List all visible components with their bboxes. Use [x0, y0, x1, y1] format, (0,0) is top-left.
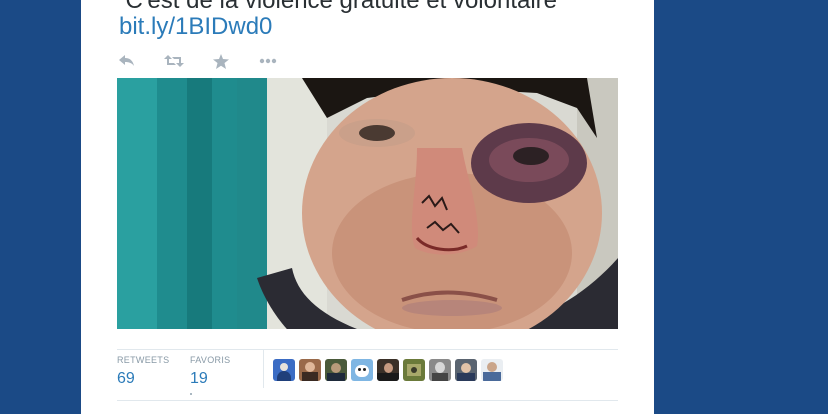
avatar[interactable]	[299, 359, 321, 381]
avatar[interactable]	[481, 359, 503, 381]
avatar[interactable]	[377, 359, 399, 381]
avatar[interactable]	[429, 359, 451, 381]
avatar[interactable]	[351, 359, 373, 381]
avatar[interactable]	[403, 359, 425, 381]
tweet-actions	[117, 50, 305, 72]
more-options-icon[interactable]	[258, 51, 278, 71]
stats-top-divider	[117, 349, 618, 350]
tweet-photo[interactable]	[117, 78, 618, 329]
retweets-stat[interactable]: RETWEETS 69	[117, 355, 169, 389]
tweet-card: "C'est de la violence gratuite et volont…	[81, 0, 654, 414]
injured-face-photo	[117, 78, 618, 329]
reply-icon[interactable]	[117, 51, 137, 71]
small-dot	[190, 393, 192, 395]
stats-bottom-divider	[117, 400, 618, 401]
retweet-icon[interactable]	[164, 51, 184, 71]
favorites-label: FAVORIS	[190, 355, 231, 365]
favorite-star-icon[interactable]	[211, 51, 231, 71]
favorites-count: 19	[190, 370, 208, 387]
stats-vertical-divider	[263, 350, 264, 388]
favoriters-avatars	[273, 359, 507, 381]
retweets-count: 69	[117, 370, 135, 387]
avatar[interactable]	[325, 359, 347, 381]
retweets-label: RETWEETS	[117, 355, 170, 365]
favorites-stat[interactable]: FAVORIS 19	[190, 355, 230, 389]
avatar[interactable]	[455, 359, 477, 381]
tweet-link[interactable]: bit.ly/1BIDwd0	[119, 12, 272, 42]
avatar[interactable]	[273, 359, 295, 381]
